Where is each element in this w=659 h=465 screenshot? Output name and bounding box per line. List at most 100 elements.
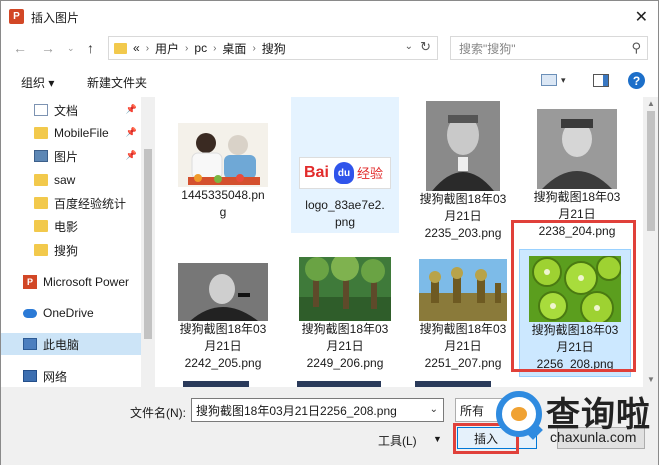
file-name: 2242_205.png (184, 356, 262, 370)
scroll-down-icon[interactable]: ▼ (647, 375, 655, 384)
sidebar-item-label: 文档 (54, 103, 79, 118)
highlight-annotation (453, 423, 519, 454)
address-dropdown-icon[interactable]: ⌄ (405, 41, 413, 52)
breadcrumb-separator-icon: › (213, 42, 217, 54)
search-icon[interactable]: ⚲ (631, 40, 641, 56)
tools-dropdown-icon[interactable]: ▼ (433, 434, 442, 444)
file-thumbnail (178, 123, 268, 187)
sidebar-item-network[interactable]: 网络 (1, 365, 141, 387)
file-name: logo_83ae7e2. (305, 198, 385, 212)
dialog-footer: 文件名(N): 搜狗截图18年03月21日2256_208.png ⌄ 所有 工… (1, 387, 658, 465)
breadcrumb-item-desktop[interactable]: 桌面 (222, 40, 246, 57)
breadcrumb-separator-icon: › (185, 42, 189, 54)
search-placeholder: 搜索"搜狗" (459, 41, 516, 56)
network-icon (23, 370, 37, 382)
sidebar-item-baidu-stats[interactable]: 百度经验统计 (1, 192, 141, 214)
file-list-scrollbar[interactable]: ▲ ▼ (643, 97, 658, 387)
breadcrumb-separator-icon: › (252, 42, 256, 54)
sidebar-item-label: MobileFile (54, 126, 109, 140)
breadcrumb-item-users[interactable]: 用户 (155, 40, 179, 57)
file-name: 月21日 (326, 339, 364, 353)
breadcrumb-overflow[interactable]: « (133, 41, 140, 55)
highlight-annotation (511, 220, 636, 372)
tools-button[interactable]: 工具(L) (378, 432, 417, 449)
recent-locations-dropdown-icon[interactable]: ⌄ (67, 43, 75, 54)
view-dropdown-icon[interactable]: ▾ (561, 75, 566, 86)
organize-button[interactable]: 组织 ▾ (21, 74, 54, 91)
breadcrumb-item-sogou[interactable]: 搜狗 (262, 40, 286, 57)
filetype-select[interactable]: 所有 (455, 398, 525, 422)
folder-icon (34, 220, 48, 232)
file-name: png (334, 215, 356, 229)
filetype-value: 所有 (460, 403, 485, 418)
scroll-up-icon[interactable]: ▲ (647, 99, 655, 108)
file-name: 搜狗截图18年03 (301, 322, 389, 336)
file-name: 2249_206.png (306, 356, 384, 370)
file-name: 月21日 (444, 339, 482, 353)
folder-icon (34, 174, 48, 186)
file-thumbnail (178, 263, 268, 321)
sidebar-item-mobilefile[interactable]: MobileFile 📌 (1, 122, 141, 144)
sidebar-item-documents[interactable]: 文档 📌 (1, 99, 141, 121)
file-thumbnail (299, 257, 391, 321)
cancel-button[interactable] (557, 427, 645, 449)
folder-icon (34, 244, 48, 256)
insert-picture-dialog: P 插入图片 ✕ ← → ⌄ ↑ « › 用户 › pc › 桌面 › 搜狗 ⌄… (0, 0, 659, 465)
folder-icon (34, 197, 48, 209)
file-tile[interactable]: 搜狗截图18年03 月21日 2251_207.png (409, 259, 517, 372)
pictures-icon (34, 150, 48, 162)
sidebar-item-pictures[interactable]: 图片 📌 (1, 145, 141, 167)
file-name: 2235_203.png (424, 226, 502, 240)
file-tile[interactable]: 搜狗截图18年03 月21日 2242_205.png (169, 263, 277, 372)
sidebar-item-this-pc[interactable]: 此电脑 (1, 333, 141, 355)
breadcrumb-item-pc[interactable]: pc (194, 41, 207, 55)
address-bar[interactable]: « › 用户 › pc › 桌面 › 搜狗 ⌄ ↻ (108, 36, 438, 60)
scrollbar-thumb[interactable] (647, 111, 655, 231)
computer-icon (23, 338, 37, 350)
file-tile[interactable]: 搜狗截图18年03 月21日 2249_206.png (291, 257, 399, 372)
file-name: 搜狗截图18年03 (419, 322, 507, 336)
filename-label: 文件名(N): (130, 406, 186, 420)
back-arrow-icon[interactable]: ← (13, 40, 27, 56)
filename-value: 搜狗截图18年03月21日2256_208.png (196, 403, 397, 418)
file-name: 月21日 (444, 209, 482, 223)
navigation-pane: 文档 📌 MobileFile 📌 图片 📌 saw 百度经验统计 电影 搜狗 (1, 97, 156, 387)
close-icon[interactable]: ✕ (635, 7, 648, 27)
chevron-down-icon[interactable]: ⌄ (430, 404, 438, 415)
sidebar-item-label: 百度经验统计 (54, 196, 127, 211)
preview-pane-icon[interactable] (593, 74, 609, 87)
pin-icon: 📌 (125, 150, 137, 160)
pin-icon: 📌 (125, 104, 137, 114)
help-icon[interactable]: ? (628, 72, 645, 89)
sidebar-item-movies[interactable]: 电影 (1, 215, 141, 237)
cloud-icon (23, 308, 37, 318)
folder-icon (34, 127, 48, 139)
file-thumbnail (537, 109, 617, 189)
file-tile[interactable]: 搜狗截图18年03 月21日 2235_203.png (409, 101, 517, 242)
filename-field[interactable]: 搜狗截图18年03月21日2256_208.png ⌄ (191, 398, 444, 422)
search-input[interactable]: 搜索"搜狗" ⚲ (450, 36, 648, 60)
window-title: 插入图片 (31, 11, 80, 25)
file-tile[interactable]: Bai du 经验 logo_83ae7e2. png (291, 97, 399, 233)
sidebar-item-microsoft-powerpoint[interactable]: P Microsoft Power (1, 271, 141, 293)
folder-icon (114, 42, 127, 54)
forward-arrow-icon[interactable]: → (41, 40, 55, 56)
sidebar-item-label: 网络 (43, 369, 68, 384)
file-name: 搜狗截图18年03 (419, 192, 507, 206)
file-thumbnail: Bai du 经验 (299, 157, 391, 189)
refresh-icon[interactable]: ↻ (420, 39, 431, 55)
sidebar-item-saw[interactable]: saw (1, 169, 141, 191)
sidebar-item-onedrive[interactable]: OneDrive (1, 302, 141, 324)
document-icon (34, 104, 48, 116)
change-view-icon[interactable] (541, 74, 557, 86)
up-arrow-icon[interactable]: ↑ (87, 40, 94, 56)
sidebar-item-label: Microsoft Power (43, 275, 130, 289)
powerpoint-app-icon: P (9, 9, 24, 24)
sidebar-scrollbar[interactable] (141, 97, 155, 387)
baidu-paw-logo: du (334, 162, 354, 184)
scrollbar-thumb[interactable] (144, 149, 152, 339)
sidebar-item-sogou[interactable]: 搜狗 (1, 239, 141, 261)
sidebar-item-label: saw (54, 173, 76, 187)
new-folder-button[interactable]: 新建文件夹 (87, 74, 147, 91)
file-tile[interactable]: 1445335048.pn g (169, 123, 277, 221)
